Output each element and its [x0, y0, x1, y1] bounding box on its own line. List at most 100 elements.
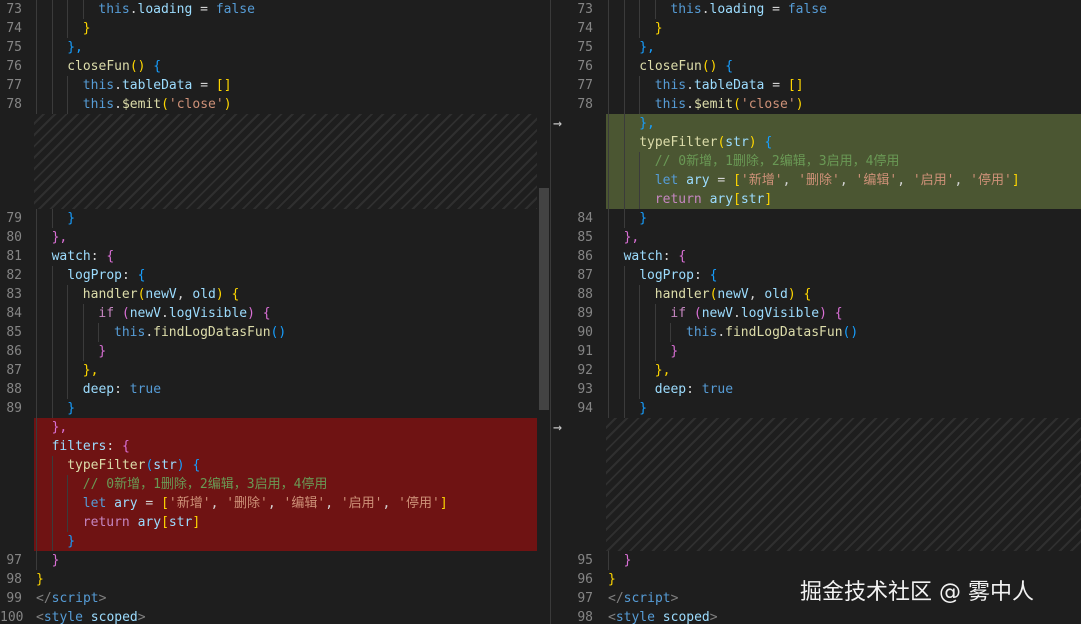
arrow-right-icon[interactable]: → — [553, 114, 562, 133]
code-token: () — [270, 325, 287, 340]
code-line[interactable]: 82 logProp: { — [0, 266, 537, 285]
code-line[interactable]: 77 this.tableData = [] — [551, 76, 1081, 95]
diff-line-added[interactable]: 82+let ary = ['新增', '删除', '编辑', '启用', '停… — [606, 171, 1081, 190]
diff-line-removed[interactable]: 96—} — [34, 532, 537, 551]
code-token: } — [82, 21, 91, 36]
code-line[interactable]: 75}, — [551, 38, 1081, 57]
code-line[interactable]: 88 handler(newV, old) { — [551, 285, 1081, 304]
code-line[interactable]: 99 </script> — [0, 589, 537, 608]
indent-guide — [36, 532, 37, 551]
diff-line-added[interactable]: 79+}, — [606, 114, 1081, 133]
code-text: closeFun() { — [639, 57, 733, 76]
code-line[interactable]: 74} — [551, 19, 1081, 38]
indent-guide — [67, 475, 69, 494]
code-line[interactable]: 92}, — [551, 361, 1081, 380]
line-number: 74 — [577, 21, 593, 36]
code-line[interactable]: 89 if (newV.logVisible) { — [551, 304, 1081, 323]
code-line[interactable]: 84} — [551, 209, 1081, 228]
code-text: this.tableData = [] — [655, 76, 804, 95]
line-number: 73 — [6, 2, 22, 17]
code-token: $emit — [693, 97, 734, 112]
code-line[interactable]: 90 this.findLogDatasFun() — [551, 323, 1081, 342]
code-text: return ary[str] — [83, 513, 200, 532]
code-line[interactable]: 89} — [0, 399, 537, 418]
code-line[interactable]: 86} — [0, 342, 537, 361]
code-line[interactable]: 81 watch: { — [0, 247, 537, 266]
code-token: } — [51, 553, 60, 568]
code-line[interactable]: 87}, — [0, 361, 537, 380]
code-line[interactable]: 97} — [0, 551, 537, 570]
code-line[interactable]: 87 logProp: { — [551, 266, 1081, 285]
indent-guide — [51, 475, 53, 494]
indent-guide — [51, 342, 53, 361]
code-line[interactable]: 85 this.findLogDatasFun() — [0, 323, 537, 342]
diff-line-added[interactable]: 81+// 0新增，1删除，2编辑，3启用，4停用 — [606, 152, 1081, 171]
code-token: old — [764, 287, 788, 302]
code-line[interactable]: 73 this.loading = false — [551, 0, 1081, 19]
code-line[interactable]: 93 deep: true — [551, 380, 1081, 399]
code-token: [] — [215, 78, 232, 93]
indent-guide — [67, 0, 69, 19]
code-line[interactable]: 76 closeFun() { — [551, 57, 1081, 76]
modified-pane[interactable]: 73 this.loading = false 74} 75}, 76 closeFun(… — [551, 0, 1081, 624]
code-line[interactable]: 84 if (newV.logVisible) { — [0, 304, 537, 323]
code-line[interactable]: 76 closeFun() { — [0, 57, 537, 76]
code-line[interactable]: 98} — [0, 570, 537, 589]
code-line[interactable]: 73 this.loading = false — [0, 0, 537, 19]
indent-guide — [51, 76, 53, 95]
diff-gap-placeholder — [606, 418, 1081, 551]
code-token: loading — [709, 2, 765, 17]
diff-line-removed[interactable]: 92—typeFilter(str) { — [34, 456, 537, 475]
line-number: 100 — [0, 610, 24, 624]
code-line[interactable]: 98 <style scoped> — [551, 608, 1081, 624]
code-text: handler(newV, old) { — [655, 285, 812, 304]
indent-guide — [639, 19, 641, 38]
vertical-scrollbar-thumb[interactable] — [539, 188, 549, 410]
code-token: 'close' — [168, 97, 224, 112]
diff-line-removed[interactable]: 91—filters: { — [34, 437, 537, 456]
code-line[interactable]: 78 this.$emit('close') — [0, 95, 537, 114]
diff-line-removed[interactable]: 94—let ary = ['新增', '删除', '编辑', '启用', '停… — [34, 494, 537, 513]
line-number: 91 — [577, 344, 593, 359]
diff-line-removed[interactable]: 90—}, — [34, 418, 537, 437]
code-token: '编辑' — [283, 496, 326, 511]
code-token: '新增' — [740, 173, 783, 188]
code-line[interactable]: 86 watch: { — [551, 247, 1081, 266]
code-token: closeFun — [639, 59, 702, 74]
diff-line-removed[interactable]: 93—// 0新增，1删除，2编辑，3启用，4停用 — [34, 475, 537, 494]
code-line[interactable]: 94} — [551, 399, 1081, 418]
arrow-right-icon[interactable]: → — [553, 418, 562, 437]
code-line[interactable]: 83 handler(newV, old) { — [0, 285, 537, 304]
code-token: }, — [639, 116, 655, 131]
code-line[interactable]: 88 deep: true — [0, 380, 537, 399]
line-number: 81 — [6, 249, 22, 264]
indent-guide — [623, 76, 625, 95]
code-token: , — [325, 496, 341, 511]
code-token: 'close' — [740, 97, 796, 112]
code-line[interactable]: 77 this.tableData = [] — [0, 76, 537, 95]
indent-guide — [639, 95, 641, 114]
code-text: handler(newV, old) { — [83, 285, 240, 304]
diff-line-removed[interactable]: 95—return ary[str] — [34, 513, 537, 532]
line-number: 87 — [577, 268, 593, 283]
code-text: } — [83, 19, 91, 38]
indent-guide — [623, 380, 625, 399]
code-token: > — [137, 610, 146, 624]
diff-line-added[interactable]: 83+return ary[str] — [606, 190, 1081, 209]
code-line[interactable]: 79} — [0, 209, 537, 228]
code-line[interactable]: 78 this.$emit('close') — [551, 95, 1081, 114]
original-pane[interactable]: 73 this.loading = false 74} 75}, 76 closeFun(… — [0, 0, 537, 624]
code-token: : — [114, 382, 130, 397]
code-token: } — [639, 401, 648, 416]
code-line[interactable]: 91} — [551, 342, 1081, 361]
code-line[interactable]: 85}, — [551, 228, 1081, 247]
diff-line-added[interactable]: 80+typeFilter(str) { — [606, 133, 1081, 152]
code-line[interactable]: 75}, — [0, 38, 537, 57]
code-line[interactable]: 74} — [0, 19, 537, 38]
code-line[interactable]: 100 <style scoped> — [0, 608, 537, 624]
line-number: 73 — [577, 2, 593, 17]
code-line[interactable]: 95} — [551, 551, 1081, 570]
code-line[interactable]: 80}, — [0, 228, 537, 247]
code-text: } — [98, 342, 106, 361]
